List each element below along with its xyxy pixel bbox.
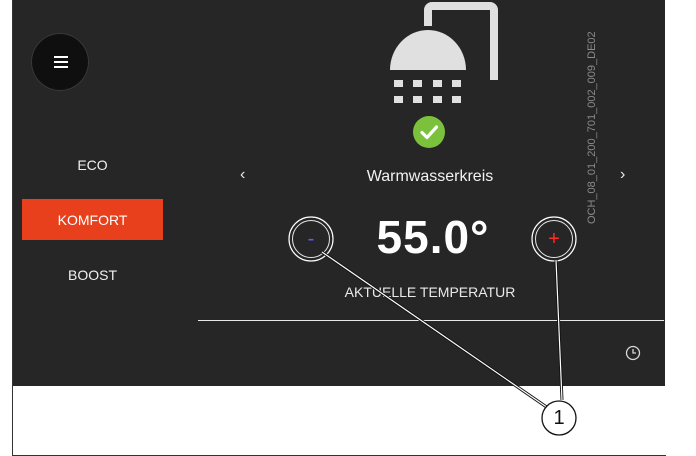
menu-button[interactable] bbox=[31, 33, 89, 91]
divider bbox=[198, 320, 664, 321]
temperature-label: AKTUELLE TEMPERATUR bbox=[344, 284, 516, 300]
document-code: OCH_08_01_200_701_002_009_DE02 bbox=[586, 31, 598, 224]
circuit-label: Warmwasserkreis bbox=[366, 168, 494, 185]
checkmark-icon bbox=[413, 116, 445, 148]
decrease-temperature-button[interactable]: - bbox=[292, 220, 330, 258]
mode-komfort-button[interactable]: KOMFORT bbox=[22, 199, 163, 240]
mode-eco-button[interactable]: ECO bbox=[22, 144, 163, 185]
shower-icon bbox=[390, 1, 498, 103]
timer-icon[interactable] bbox=[624, 344, 642, 362]
previous-circuit-button[interactable]: ‹ bbox=[240, 166, 245, 184]
temperature-value: 55.0° bbox=[376, 211, 490, 263]
next-circuit-button[interactable]: › bbox=[620, 166, 625, 184]
mode-boost-button[interactable]: BOOST bbox=[22, 254, 163, 295]
increase-temperature-button[interactable]: + bbox=[535, 220, 573, 258]
callout-number: 1 bbox=[553, 406, 565, 429]
display-panel bbox=[13, 0, 665, 386]
